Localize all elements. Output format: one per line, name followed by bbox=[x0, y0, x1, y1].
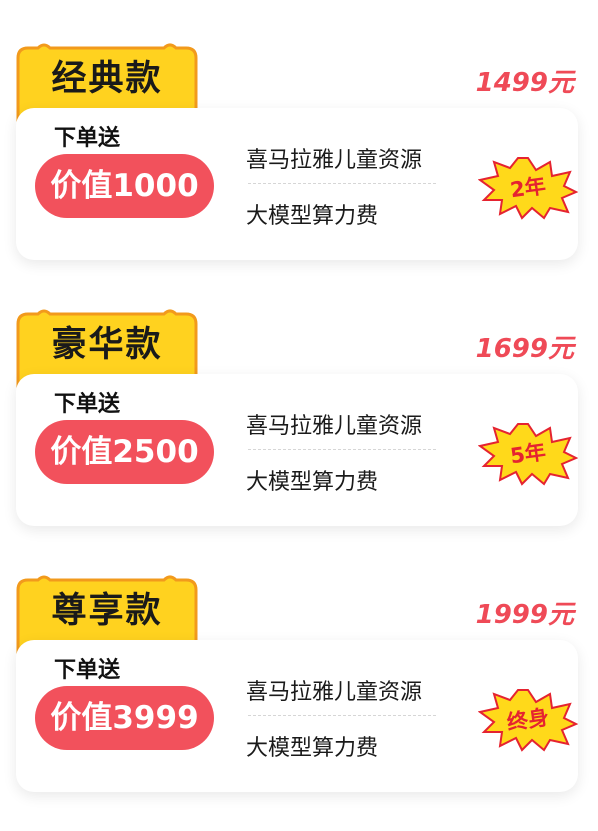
benefit-compute: 大模型算力费 bbox=[246, 736, 379, 761]
plan-section-deluxe[interactable]: 豪华款 1699元 下单送 价值2500 喜马拉雅儿童资源 大模型算力费 5年 bbox=[0, 266, 598, 531]
duration-badge: 2年 bbox=[478, 156, 578, 220]
plan-card[interactable]: 下单送 价值1000 喜马拉雅儿童资源 大模型算力费 2年 bbox=[16, 108, 578, 260]
plan-name: 尊享款 bbox=[51, 591, 163, 631]
plan-price: 1499元 bbox=[475, 68, 574, 98]
gift-value-badge: 价值1000 bbox=[35, 154, 214, 218]
benefit-ximalaya: 喜马拉雅儿童资源 bbox=[246, 414, 423, 439]
gift-value-badge: 价值2500 bbox=[35, 420, 214, 484]
plan-section-premium[interactable]: 尊享款 1999元 下单送 价值3999 喜马拉雅儿童资源 大模型算力费 终身 bbox=[0, 532, 598, 797]
plan-price: 1999元 bbox=[475, 600, 574, 630]
order-gift-label: 下单送 bbox=[54, 658, 121, 683]
benefit-compute: 大模型算力费 bbox=[246, 204, 379, 229]
plan-card[interactable]: 下单送 价值3999 喜马拉雅儿童资源 大模型算力费 终身 bbox=[16, 640, 578, 792]
divider bbox=[248, 183, 436, 184]
plan-section-classic[interactable]: 经典款 1499元 下单送 价值1000 喜马拉雅儿童资源 大模型算力费 2年 bbox=[0, 0, 598, 265]
plan-price: 1699元 bbox=[475, 334, 574, 364]
benefit-ximalaya: 喜马拉雅儿童资源 bbox=[246, 148, 423, 173]
benefit-compute: 大模型算力费 bbox=[246, 470, 379, 495]
order-gift-label: 下单送 bbox=[54, 392, 121, 417]
plan-name: 经典款 bbox=[51, 59, 163, 99]
benefit-ximalaya: 喜马拉雅儿童资源 bbox=[246, 680, 423, 705]
duration-badge: 终身 bbox=[478, 688, 578, 752]
divider bbox=[248, 715, 436, 716]
plan-card[interactable]: 下单送 价值2500 喜马拉雅儿童资源 大模型算力费 5年 bbox=[16, 374, 578, 526]
gift-value-badge: 价值3999 bbox=[35, 686, 214, 750]
duration-badge: 5年 bbox=[478, 422, 578, 486]
divider bbox=[248, 449, 436, 450]
plan-name: 豪华款 bbox=[51, 325, 163, 365]
order-gift-label: 下单送 bbox=[54, 126, 121, 151]
